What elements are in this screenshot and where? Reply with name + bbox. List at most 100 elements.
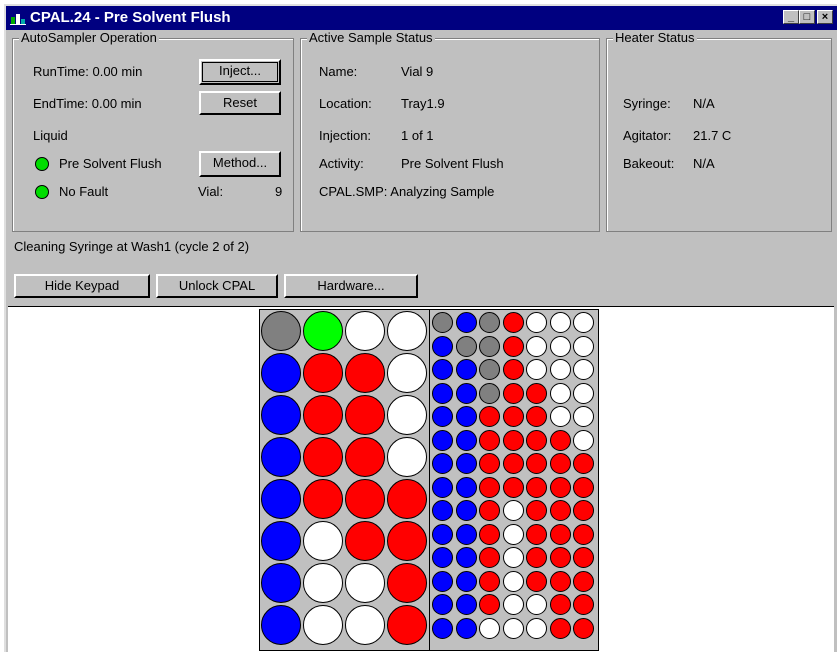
vial-position[interactable] bbox=[526, 312, 547, 333]
vial-position[interactable] bbox=[455, 523, 477, 545]
vial-position[interactable] bbox=[526, 523, 547, 545]
vial-position[interactable] bbox=[432, 406, 453, 427]
vial-position[interactable] bbox=[526, 617, 547, 639]
vial-position[interactable] bbox=[479, 406, 500, 427]
vial-position[interactable] bbox=[549, 312, 571, 333]
vial-position[interactable] bbox=[502, 547, 524, 568]
vial-position[interactable] bbox=[432, 617, 453, 639]
vial-position[interactable] bbox=[345, 395, 385, 435]
vial-position[interactable] bbox=[432, 500, 453, 521]
vial-position[interactable] bbox=[261, 437, 301, 477]
vial-position[interactable] bbox=[549, 547, 571, 568]
vial-position[interactable] bbox=[502, 500, 524, 521]
vial-position[interactable] bbox=[502, 359, 524, 380]
vial-position[interactable] bbox=[479, 429, 500, 451]
vial-position[interactable] bbox=[526, 429, 547, 451]
title-bar[interactable]: CPAL.24 - Pre Solvent Flush _ □ × bbox=[6, 6, 837, 30]
vial-position[interactable] bbox=[261, 521, 301, 561]
vial-position[interactable] bbox=[261, 311, 301, 351]
vial-position[interactable] bbox=[345, 563, 385, 603]
vial-position[interactable] bbox=[502, 570, 524, 592]
vial-position[interactable] bbox=[502, 476, 524, 498]
vial-position[interactable] bbox=[455, 617, 477, 639]
vial-position[interactable] bbox=[502, 335, 524, 357]
vial-position[interactable] bbox=[432, 453, 453, 474]
vial-position[interactable] bbox=[455, 547, 477, 568]
vial-position[interactable] bbox=[526, 359, 547, 380]
vial-position[interactable] bbox=[502, 382, 524, 404]
vial-position[interactable] bbox=[303, 395, 343, 435]
vial-position[interactable] bbox=[479, 570, 500, 592]
unlock-cpal-button[interactable]: Unlock CPAL bbox=[156, 274, 278, 298]
vial-position[interactable] bbox=[432, 312, 453, 333]
vial-position[interactable] bbox=[573, 594, 594, 615]
large-vial-tray[interactable] bbox=[259, 309, 431, 651]
vial-position[interactable] bbox=[479, 312, 500, 333]
vial-position[interactable] bbox=[303, 353, 343, 393]
vial-position[interactable] bbox=[345, 479, 385, 519]
vial-position[interactable] bbox=[502, 406, 524, 427]
vial-position[interactable] bbox=[502, 617, 524, 639]
vial-position[interactable] bbox=[479, 335, 500, 357]
vial-position[interactable] bbox=[573, 359, 594, 380]
maximize-icon[interactable]: □ bbox=[799, 10, 815, 24]
vial-position[interactable] bbox=[549, 617, 571, 639]
vial-position[interactable] bbox=[526, 382, 547, 404]
vial-position[interactable] bbox=[573, 570, 594, 592]
vial-position[interactable] bbox=[387, 521, 427, 561]
vial-position[interactable] bbox=[303, 521, 343, 561]
vial-position[interactable] bbox=[573, 617, 594, 639]
vial-position[interactable] bbox=[479, 500, 500, 521]
vial-position[interactable] bbox=[345, 605, 385, 645]
vial-position[interactable] bbox=[573, 476, 594, 498]
vial-position[interactable] bbox=[549, 570, 571, 592]
hide-keypad-button[interactable]: Hide Keypad bbox=[14, 274, 150, 298]
vial-position[interactable] bbox=[549, 476, 571, 498]
vial-position[interactable] bbox=[573, 453, 594, 474]
vial-position[interactable] bbox=[573, 547, 594, 568]
vial-position[interactable] bbox=[455, 382, 477, 404]
close-icon[interactable]: × bbox=[817, 10, 833, 24]
vial-position[interactable] bbox=[479, 547, 500, 568]
vial-position[interactable] bbox=[549, 429, 571, 451]
vial-position[interactable] bbox=[479, 359, 500, 380]
vial-position[interactable] bbox=[387, 437, 427, 477]
hardware-button[interactable]: Hardware... bbox=[284, 274, 418, 298]
vial-position[interactable] bbox=[526, 406, 547, 427]
vial-position[interactable] bbox=[526, 594, 547, 615]
vial-position[interactable] bbox=[455, 570, 477, 592]
vial-position[interactable] bbox=[549, 523, 571, 545]
vial-position[interactable] bbox=[479, 617, 500, 639]
vial-position[interactable] bbox=[526, 547, 547, 568]
vial-position[interactable] bbox=[432, 570, 453, 592]
vial-position[interactable] bbox=[303, 311, 343, 351]
vial-position[interactable] bbox=[261, 353, 301, 393]
vial-position[interactable] bbox=[455, 335, 477, 357]
vial-position[interactable] bbox=[479, 476, 500, 498]
vial-position[interactable] bbox=[549, 359, 571, 380]
vial-position[interactable] bbox=[479, 594, 500, 615]
vial-position[interactable] bbox=[432, 382, 453, 404]
vial-position[interactable] bbox=[502, 312, 524, 333]
vial-position[interactable] bbox=[549, 594, 571, 615]
vial-position[interactable] bbox=[502, 594, 524, 615]
vial-position[interactable] bbox=[526, 570, 547, 592]
vial-position[interactable] bbox=[455, 406, 477, 427]
vial-position[interactable] bbox=[455, 500, 477, 521]
vial-position[interactable] bbox=[455, 312, 477, 333]
vial-position[interactable] bbox=[387, 395, 427, 435]
vial-position[interactable] bbox=[455, 359, 477, 380]
small-vial-tray[interactable] bbox=[429, 309, 599, 651]
vial-position[interactable] bbox=[261, 479, 301, 519]
vial-position[interactable] bbox=[573, 382, 594, 404]
vial-position[interactable] bbox=[432, 594, 453, 615]
vial-position[interactable] bbox=[502, 523, 524, 545]
vial-position[interactable] bbox=[526, 453, 547, 474]
vial-position[interactable] bbox=[526, 476, 547, 498]
vial-position[interactable] bbox=[455, 429, 477, 451]
vial-position[interactable] bbox=[573, 429, 594, 451]
vial-position[interactable] bbox=[387, 605, 427, 645]
vial-position[interactable] bbox=[573, 312, 594, 333]
vial-position[interactable] bbox=[432, 335, 453, 357]
vial-position[interactable] bbox=[573, 335, 594, 357]
